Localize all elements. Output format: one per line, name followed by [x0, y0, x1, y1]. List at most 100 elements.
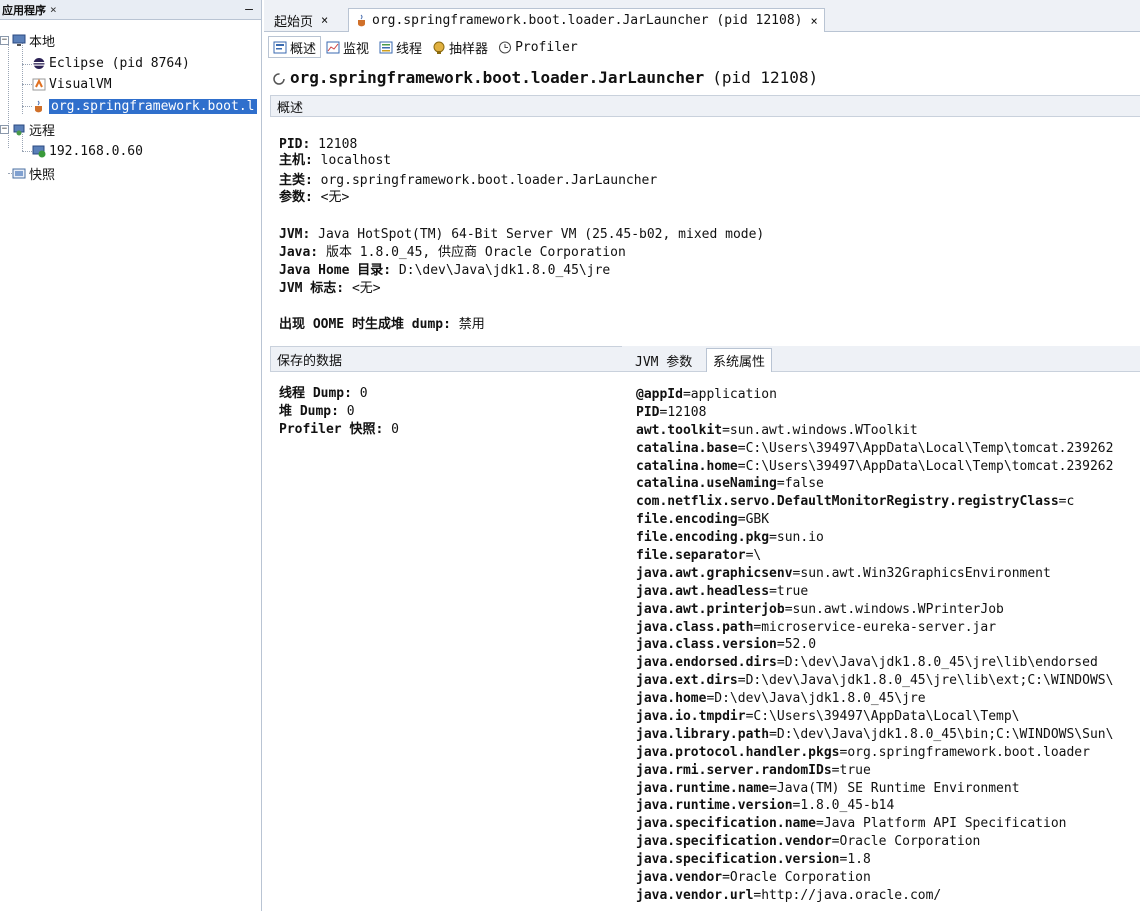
system-property-key: @appId	[636, 387, 683, 402]
tab-jarlauncher-close-button[interactable]: ×	[810, 14, 817, 28]
page-title-name: org.springframework.boot.loader.JarLaunc…	[290, 68, 705, 87]
system-property-key: file.encoding	[636, 512, 738, 528]
system-property-value: 52.0	[784, 637, 817, 653]
info-main-class-label: 主类:	[279, 173, 313, 188]
system-property-separator: =	[737, 512, 746, 528]
tab-monitor[interactable]: 监视	[321, 36, 374, 58]
system-property-value: true	[776, 583, 809, 599]
tree-node-eclipse[interactable]: Eclipse (pid 8764)	[32, 54, 190, 72]
tree-node-jarlauncher[interactable]: org.springframework.boot.l	[32, 97, 257, 115]
system-property-row: file.separator=\	[636, 547, 1140, 565]
applications-panel-minimize-button[interactable]: —	[245, 2, 253, 17]
tree-node-remote-host[interactable]: 192.168.0.60	[32, 142, 143, 160]
expand-local-toggle[interactable]: −	[0, 36, 9, 45]
applications-panel: 应用程序 × — − 本地 Eclipse (pid 8764) VisualV…	[0, 0, 262, 911]
system-property-value: C:\Users\39497\AppData\Local\Temp\	[753, 709, 1020, 725]
system-property-row: java.rmi.server.randomIDs=true	[636, 762, 1140, 780]
tree-node-jarlauncher-label: org.springframework.boot.l	[49, 98, 257, 114]
applications-panel-title: 应用程序	[2, 3, 46, 17]
system-property-value: Java(TM) SE Runtime Environment	[776, 780, 1020, 796]
system-property-key: java.io.tmpdir	[636, 709, 746, 725]
tab-start-page[interactable]: 起始页 ×	[268, 8, 334, 32]
system-property-row: java.awt.headless=true	[636, 583, 1140, 601]
info-pid: PID: 12108	[279, 137, 357, 153]
info-java-home-label: Java Home 目录:	[279, 263, 392, 278]
system-property-value: sun.awt.Win32GraphicsEnvironment	[800, 565, 1051, 581]
system-property-key: java.awt.graphicsenv	[636, 565, 793, 581]
system-property-key: java.class.version	[636, 637, 777, 653]
tab-monitor-label: 监视	[343, 41, 370, 57]
system-property-row: java.ext.dirs=D:\dev\Java\jdk1.8.0_45\jr…	[636, 672, 1140, 690]
system-property-key: file.encoding.pkg	[636, 530, 770, 546]
info-pid-label: PID:	[279, 137, 311, 152]
system-property-key: java.awt.printerjob	[636, 601, 785, 617]
threads-icon	[379, 41, 393, 54]
info-main-class-value: org.springframework.boot.loader.JarLaunc…	[320, 173, 658, 188]
system-property-separator: =	[784, 601, 793, 617]
system-property-row: java.endorsed.dirs=D:\dev\Java\jdk1.8.0_…	[636, 654, 1140, 672]
system-property-key: java.endorsed.dirs	[636, 655, 777, 671]
tree-node-visualvm-label: VisualVM	[49, 76, 112, 92]
tab-jarlauncher[interactable]: org.springframework.boot.loader.JarLaunc…	[348, 8, 825, 32]
info-jvm-flags-label: JVM 标志:	[279, 281, 345, 296]
info-java-home: Java Home 目录: D:\dev\Java\jdk1.8.0_45\jr…	[279, 263, 610, 279]
tab-jvm-arguments[interactable]: JVM 参数	[628, 348, 699, 372]
computer-icon	[12, 34, 26, 47]
system-property-separator: =	[769, 780, 777, 796]
system-property-value: Java Platform API Specification	[823, 816, 1067, 832]
system-property-row: file.encoding=GBK	[636, 511, 1140, 529]
system-property-key: java.protocol.handler.pkgs	[636, 744, 840, 760]
system-property-key: java.runtime.name	[636, 780, 770, 796]
saved-profiler-snapshot: Profiler 快照: 0	[279, 421, 399, 439]
system-property-separator: =	[737, 458, 746, 474]
sampler-icon	[432, 41, 446, 54]
tab-jvm-arguments-label: JVM 参数	[635, 354, 693, 370]
tree-connector	[22, 151, 32, 152]
system-property-key: java.ext.dirs	[636, 673, 738, 689]
system-property-separator: =	[831, 834, 840, 850]
tree-connector	[22, 106, 32, 107]
system-property-value: false	[784, 476, 824, 492]
tree-node-remote-label: 远程	[29, 123, 56, 139]
system-property-value: 1.8.0_45-b14	[800, 798, 895, 814]
tree-node-snapshots[interactable]: 快照	[12, 164, 56, 183]
info-jvm-flags: JVM 标志: <无>	[279, 281, 381, 297]
system-properties-list[interactable]: @appId=application PID=12108 awt.toolkit=s…	[636, 386, 1140, 905]
monitor-icon	[326, 41, 340, 54]
system-property-value: C:\Users\39497\AppData\Local\Temp\tomcat…	[745, 458, 1114, 474]
tree-node-local[interactable]: 本地	[12, 31, 55, 50]
system-property-value: sun.awt.windows.WPrinterJob	[792, 601, 1004, 617]
info-jvm: JVM: Java HotSpot(TM) 64-Bit Server VM (…	[279, 227, 764, 243]
applications-panel-close-button[interactable]: ×	[50, 3, 57, 16]
system-property-key: java.vendor	[636, 870, 723, 886]
tree-node-visualvm[interactable]: VisualVM	[32, 75, 112, 93]
system-property-value: 12108	[667, 404, 707, 420]
system-property-key: catalina.home	[636, 458, 738, 474]
system-property-value: C:\Users\39497\AppData\Local\Temp\tomcat…	[745, 440, 1114, 456]
system-property-value: http://java.oracle.com/	[761, 887, 942, 903]
system-property-value: \	[753, 548, 762, 564]
system-property-separator: =	[831, 762, 840, 778]
expand-remote-toggle[interactable]: −	[0, 125, 9, 134]
system-property-row: java.protocol.handler.pkgs=org.springfra…	[636, 744, 1140, 762]
system-property-row: file.encoding.pkg=sun.io	[636, 529, 1140, 547]
tab-sampler[interactable]: 抽样器	[427, 36, 493, 58]
system-property-value: GBK	[745, 512, 770, 528]
system-property-row: java.specification.name=Java Platform AP…	[636, 815, 1140, 833]
tree-node-remote[interactable]: 远程	[12, 120, 56, 139]
tree-node-snapshots-label: 快照	[29, 167, 56, 183]
view-tab-bar: 概述 监视 线程 抽样器 Profiler	[268, 36, 583, 58]
tab-profiler[interactable]: Profiler	[493, 36, 583, 58]
system-property-separator: =	[737, 673, 746, 689]
system-property-value: sun.awt.windows.WToolkit	[729, 422, 918, 438]
info-java-label: Java:	[279, 245, 319, 260]
tab-system-properties[interactable]: 系统属性	[706, 348, 773, 372]
system-property-value: Oracle Corporation	[839, 834, 981, 850]
tab-start-page-close-button[interactable]: ×	[321, 13, 328, 27]
tab-threads[interactable]: 线程	[374, 36, 427, 58]
info-jvm-value: Java HotSpot(TM) 64-Bit Server VM (25.45…	[318, 227, 765, 242]
system-property-row: java.runtime.version=1.8.0_45-b14	[636, 797, 1140, 815]
system-property-row: java.vendor=Oracle Corporation	[636, 869, 1140, 887]
tab-overview[interactable]: 概述	[268, 36, 322, 58]
saved-heap-dump-label: 堆 Dump:	[279, 404, 339, 419]
